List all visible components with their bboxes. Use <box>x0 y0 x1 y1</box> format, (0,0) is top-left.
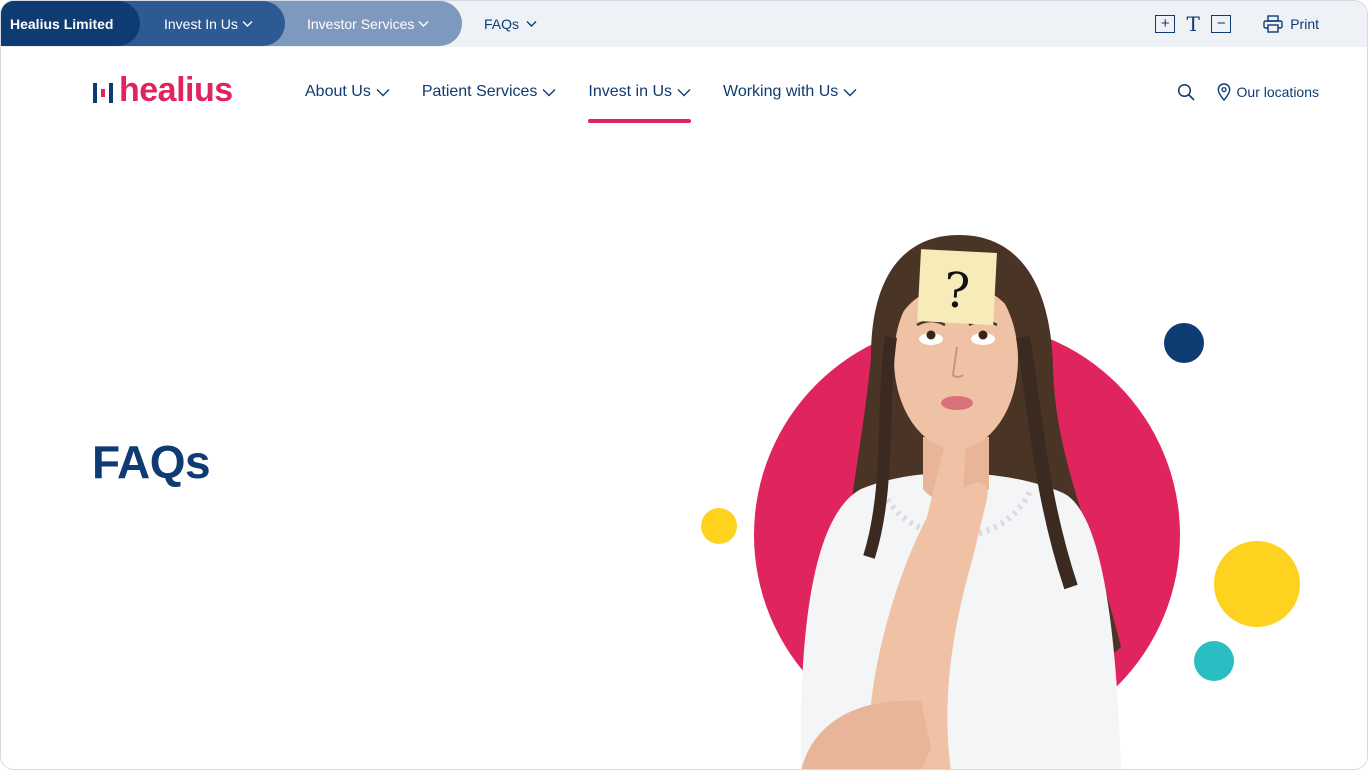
breadcrumb-label: Investor Services <box>307 15 415 32</box>
nav-item-patient-services[interactable]: Patient Services <box>422 47 557 137</box>
breadcrumb-label: Healius Limited <box>10 15 114 32</box>
chevron-down-icon <box>542 88 556 96</box>
breadcrumb-label: Invest In Us <box>164 15 238 32</box>
teal-dot <box>1194 641 1234 681</box>
question-sticky-note: ? <box>917 249 997 325</box>
faqs-dropdown[interactable]: FAQs <box>484 1 537 46</box>
nav-item-about-us[interactable]: About Us <box>305 47 390 137</box>
chevron-down-icon <box>418 20 429 27</box>
browser-page: Investor Services Invest In Us Healius L… <box>0 0 1368 770</box>
nav-item-working-with-us[interactable]: Working with Us <box>723 47 857 137</box>
yellow-dot-small <box>701 508 737 544</box>
chevron-down-icon <box>242 20 253 27</box>
print-label: Print <box>1290 15 1319 32</box>
our-locations-label: Our locations <box>1236 84 1319 100</box>
nav-item-label: Patient Services <box>421 83 538 100</box>
yellow-dot-large <box>1214 541 1300 627</box>
healius-logo[interactable]: healius <box>93 73 233 107</box>
increase-text-button[interactable]: + <box>1155 14 1176 33</box>
navy-dot <box>1164 323 1204 363</box>
utility-bar: Investor Services Invest In Us Healius L… <box>1 1 1367 47</box>
hero-illustration: ? <box>701 235 1300 769</box>
printer-icon <box>1263 14 1283 33</box>
chevron-down-icon <box>843 88 857 96</box>
nav-menu: About Us Patient Services Invest in Us W… <box>305 47 857 137</box>
our-locations-link[interactable]: Our locations <box>1217 83 1319 101</box>
location-pin-icon <box>1217 83 1230 101</box>
breadcrumb-healius-limited[interactable]: Healius Limited <box>1 1 140 46</box>
nav-item-label: About Us <box>305 83 371 100</box>
print-button[interactable]: Print <box>1263 14 1319 33</box>
text-size-icon[interactable]: T <box>1183 12 1203 36</box>
nav-item-invest-in-us[interactable]: Invest in Us <box>588 47 691 137</box>
main-navigation: healius About Us Patient Services Invest… <box>1 47 1367 137</box>
nav-item-label: Working with Us <box>723 83 839 100</box>
question-mark: ? <box>943 262 972 319</box>
page-title: FAQs <box>92 436 211 488</box>
chevron-down-icon <box>677 88 691 96</box>
faqs-label: FAQs <box>484 15 520 32</box>
logo-mark-icon <box>93 81 113 105</box>
search-icon[interactable] <box>1177 83 1195 101</box>
chevron-down-icon <box>376 88 390 96</box>
chevron-down-icon <box>526 20 537 27</box>
accessibility-tools: + T − Print <box>1155 1 1319 46</box>
nav-utilities: Our locations <box>1177 47 1319 137</box>
decrease-text-button[interactable]: − <box>1211 14 1232 33</box>
nav-item-label: Invest in Us <box>588 83 673 100</box>
logo-text: healius <box>119 71 233 109</box>
